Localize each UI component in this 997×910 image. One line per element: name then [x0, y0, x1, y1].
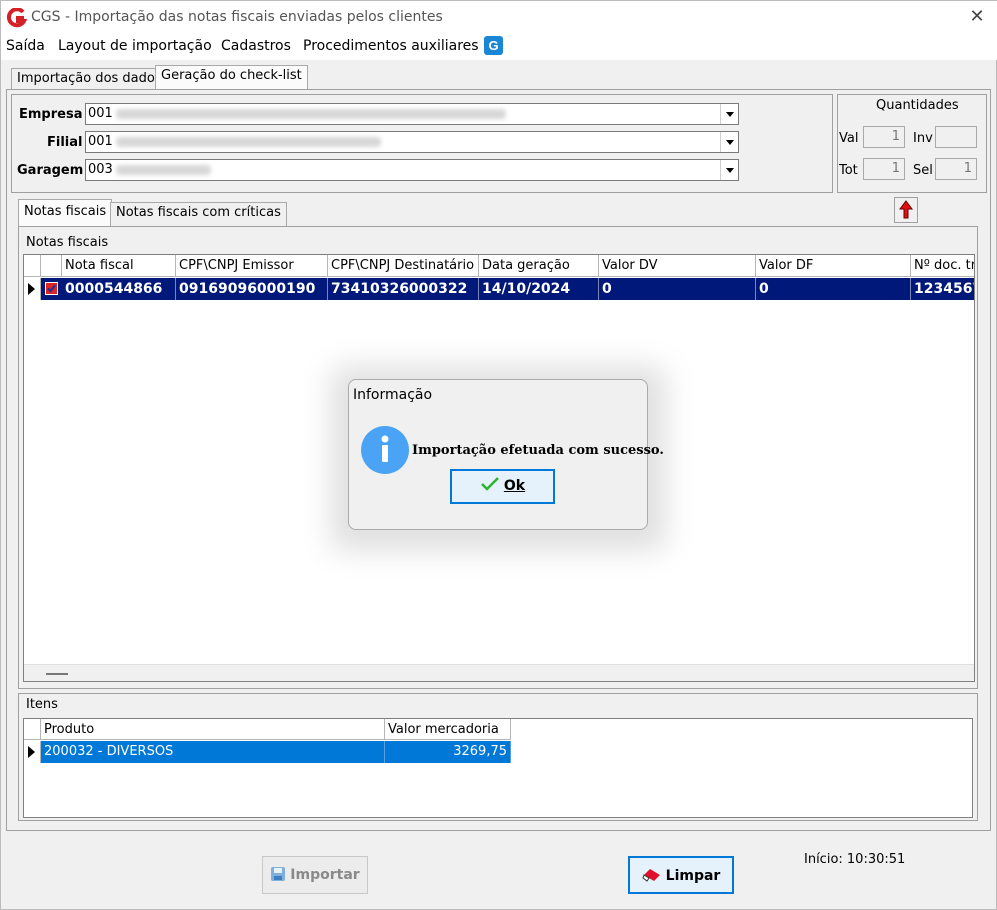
menu-bar: Saída Layout de importação Cadastros Pro…	[1, 34, 997, 60]
tot-label: Tot	[839, 163, 858, 178]
row-indicator-header	[24, 255, 41, 277]
window-title: CGS - Importação das notas fiscais envia…	[31, 9, 443, 25]
col-produto[interactable]: Produto	[41, 719, 385, 740]
notas-fiscais-title: Notas fiscais	[26, 235, 109, 250]
dialog-message: Importação efetuada com sucesso.	[412, 443, 664, 458]
cell-data-geracao[interactable]: 14/10/2024	[479, 278, 599, 300]
col-cnpj-destinatario[interactable]: CPF\CNPJ Destinatário	[328, 255, 479, 277]
garagem-name-redacted	[116, 165, 211, 175]
col-nota-fiscal[interactable]: Nota fiscal	[62, 255, 176, 277]
menu-saida[interactable]: Saída	[6, 38, 45, 54]
menu-layout-importacao[interactable]: Layout de importação	[58, 38, 212, 54]
garagem-select[interactable]: 003	[85, 159, 739, 181]
inicio-time: Início: 10:30:51	[804, 852, 906, 867]
close-icon[interactable]: ✕	[957, 1, 997, 33]
col-valor-dv[interactable]: Valor DV	[599, 255, 756, 277]
sel-field: 1	[935, 158, 977, 180]
title-bar: CGS - Importação das notas fiscais envia…	[1, 1, 997, 34]
filial-label: Filial	[47, 135, 83, 150]
itens-title: Itens	[26, 697, 58, 712]
save-disk-icon	[271, 867, 286, 881]
eraser-icon	[642, 869, 660, 882]
tab-notas-fiscais-criticas[interactable]: Notas fiscais com críticas	[110, 202, 287, 226]
col-valor-mercadoria[interactable]: Valor mercadoria	[385, 719, 511, 740]
row-indicator-header	[24, 719, 41, 740]
garagem-label: Garagem	[17, 163, 84, 178]
cell-cnpj-destinatario[interactable]: 73410326000322	[328, 278, 479, 300]
limpar-button[interactable]: Limpar	[628, 856, 734, 894]
cell-nota-fiscal[interactable]: 0000544866	[62, 278, 176, 300]
col-num-doc[interactable]: Nº doc. tr	[911, 255, 974, 277]
importar-label: Importar	[290, 867, 360, 883]
row-checkbox[interactable]	[41, 278, 62, 300]
chevron-down-icon[interactable]	[720, 160, 738, 180]
quantidades-title: Quantidades	[876, 98, 959, 113]
main-window: CGS - Importação das notas fiscais envia…	[0, 0, 997, 910]
ok-label: Ok	[503, 478, 526, 494]
itens-grid[interactable]: Produto Valor mercadoria 200032 - DIVERS…	[23, 718, 973, 818]
cell-produto[interactable]: 200032 - DIVERSOS	[41, 741, 385, 763]
horizontal-scrollbar[interactable]	[24, 664, 974, 681]
importar-button[interactable]: Importar	[262, 856, 368, 894]
cell-valor-df[interactable]: 0	[756, 278, 911, 300]
empresa-value: 001	[88, 106, 113, 121]
menu-procedimentos-auxiliares[interactable]: Procedimentos auxiliares	[303, 38, 479, 54]
information-dialog: Informação Importação efetuada com suces…	[348, 379, 664, 530]
inv-field	[935, 126, 977, 148]
checkbox-checked-icon	[45, 282, 58, 295]
cgs-logo-icon	[7, 8, 27, 28]
info-icon	[361, 426, 409, 474]
ok-button[interactable]: Ok	[450, 469, 555, 504]
val-field: 1	[863, 126, 905, 148]
limpar-label: Limpar	[665, 868, 721, 884]
filial-value: 001	[88, 134, 113, 149]
col-valor-df[interactable]: Valor DF	[756, 255, 911, 277]
cell-num-doc[interactable]: 1234567	[911, 278, 974, 300]
tab-geracao-check-list[interactable]: Geração do check-list	[155, 65, 308, 89]
cgs-menu-icon[interactable]: G	[484, 36, 503, 55]
filial-name-redacted	[116, 137, 381, 147]
chevron-down-icon[interactable]	[720, 104, 738, 124]
cell-valor-dv[interactable]: 0	[599, 278, 756, 300]
checkbox-header	[41, 255, 62, 277]
checkmark-icon	[481, 477, 499, 491]
inv-label: Inv	[913, 131, 933, 146]
tab-notas-fiscais[interactable]: Notas fiscais	[18, 199, 113, 226]
scrollbar-thumb[interactable]	[46, 673, 68, 675]
sel-label: Sel	[913, 163, 933, 178]
move-up-button[interactable]	[894, 197, 918, 223]
empresa-select[interactable]: 001	[85, 103, 739, 125]
row-pointer-icon	[24, 741, 41, 763]
chevron-down-icon[interactable]	[720, 132, 738, 152]
dialog-title: Informação	[353, 387, 433, 403]
col-cnpj-emissor[interactable]: CPF\CNPJ Emissor	[176, 255, 328, 277]
empresa-label: Empresa	[19, 107, 83, 122]
cell-cnpj-emissor[interactable]: 09169096000190	[176, 278, 328, 300]
col-data-geracao[interactable]: Data geração	[479, 255, 599, 277]
val-label: Val	[839, 131, 859, 146]
empresa-name-redacted	[116, 109, 506, 119]
cell-valor-mercadoria[interactable]: 3269,75	[385, 741, 511, 763]
red-arrow-up-icon	[899, 200, 913, 219]
filial-select[interactable]: 001	[85, 131, 739, 153]
row-pointer-icon	[24, 278, 41, 300]
garagem-value: 003	[88, 162, 113, 177]
tot-field: 1	[863, 158, 905, 180]
menu-cadastros[interactable]: Cadastros	[221, 38, 291, 54]
tab-importacao-dados[interactable]: Importação dos dados	[11, 68, 168, 90]
